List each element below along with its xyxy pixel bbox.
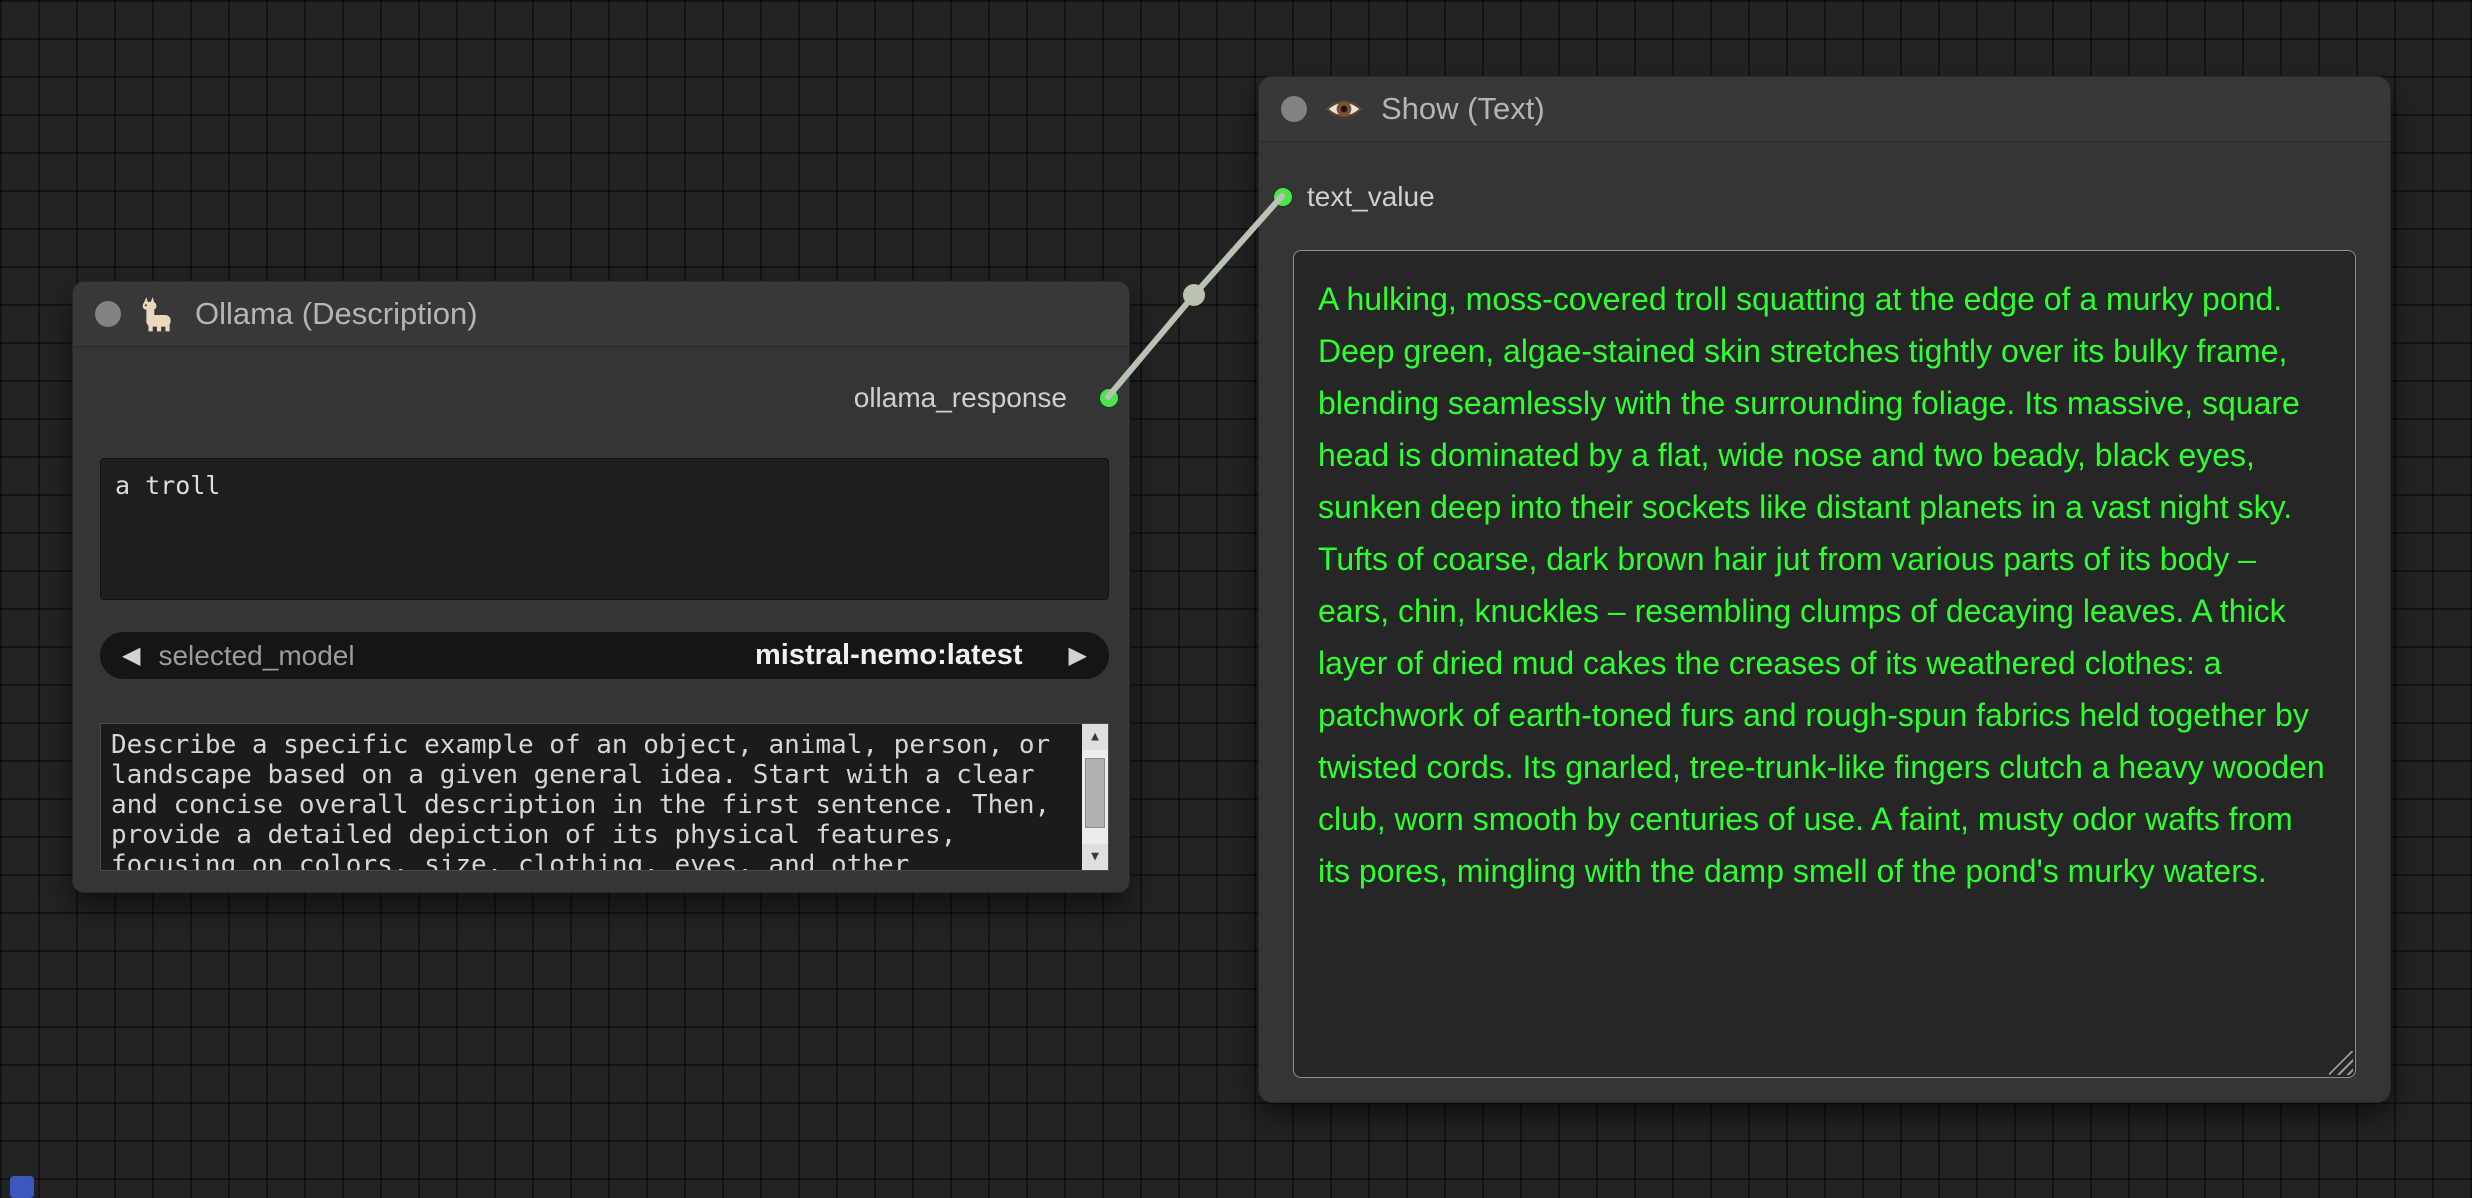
prompt-text-input[interactable]: a troll <box>100 458 1109 600</box>
link-wire <box>1105 193 1285 400</box>
input-slot-label: text_value <box>1307 181 1435 212</box>
combo-value: mistral-nemo:latest <box>755 639 1023 671</box>
node-title: Ollama (Description) <box>195 296 478 331</box>
resize-grip-icon[interactable] <box>2329 1051 2353 1075</box>
output-slot-label: ollama_response <box>853 382 1067 413</box>
combo-prev-icon[interactable]: ◀ <box>122 643 140 668</box>
ollama-description-node[interactable]: Ollama (Description) ollama_response a t… <box>72 281 1130 893</box>
node-title: Show (Text) <box>1381 91 1545 126</box>
node-graph-canvas[interactable]: { "ollama_node": { "title": "Ollama (Des… <box>0 0 2472 1198</box>
ollama-node-titlebar[interactable]: Ollama (Description) <box>73 282 1129 347</box>
eye-icon <box>1325 100 1363 118</box>
input-slot-dot[interactable] <box>1273 187 1293 207</box>
offscreen-node-fragment[interactable] <box>10 1176 34 1198</box>
combo-next-icon[interactable]: ▶ <box>1069 643 1087 668</box>
llama-icon <box>142 297 171 332</box>
show-text-node[interactable]: Show (Text) text_value A hulking, moss-c… <box>1258 76 2391 1103</box>
show-node-titlebar[interactable]: Show (Text) <box>1259 77 2390 142</box>
system-prompt-text: Describe a specific example of an object… <box>111 730 1051 871</box>
show-text-content: A hulking, moss-covered troll squatting … <box>1318 281 2325 889</box>
output-slot-dot[interactable] <box>1099 388 1119 408</box>
collapse-dot-icon[interactable] <box>1281 96 1307 122</box>
collapse-dot-icon[interactable] <box>95 301 121 327</box>
scroll-up-icon[interactable]: ▲ <box>1082 724 1108 750</box>
scroll-down-icon[interactable]: ▼ <box>1082 844 1108 870</box>
combo-label: selected_model <box>158 639 355 671</box>
link-midpoint-dot[interactable] <box>1183 284 1205 306</box>
system-prompt-textarea[interactable]: Describe a specific example of an object… <box>100 723 1109 871</box>
textarea-scrollbar[interactable]: ▲ ▼ <box>1082 724 1108 870</box>
scrollbar-thumb[interactable] <box>1085 758 1105 828</box>
model-selector-widget[interactable]: ◀ selected_model mistral-nemo:latest ▶ <box>100 632 1109 679</box>
show-text-output-area[interactable]: A hulking, moss-covered troll squatting … <box>1293 250 2356 1078</box>
